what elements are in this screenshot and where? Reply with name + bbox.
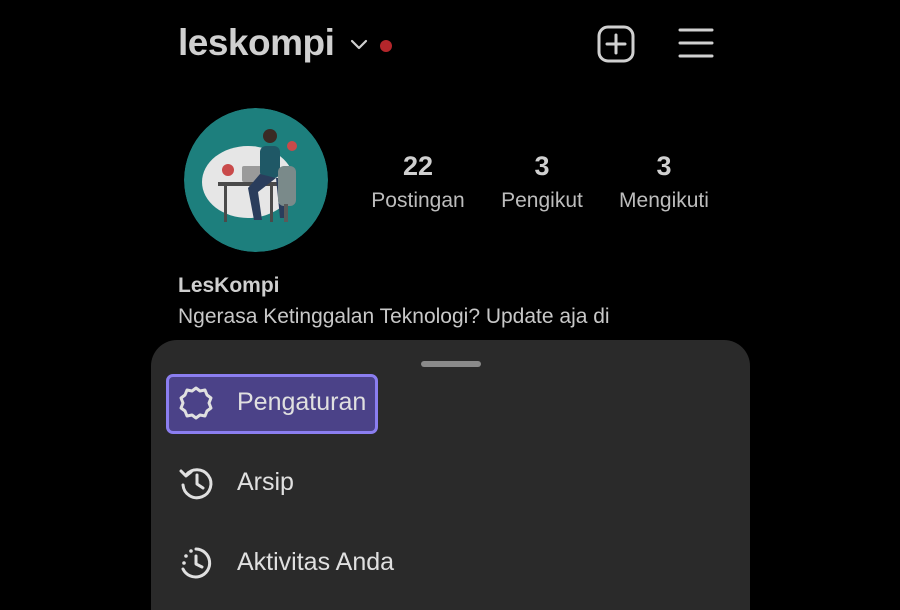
menu-item-label: Aktivitas Anda	[237, 548, 395, 576]
username-switcher[interactable]: leskompi	[178, 22, 335, 64]
posts-label: Postingan	[371, 189, 465, 212]
sheet-drag-handle[interactable]	[421, 361, 481, 367]
options-bottom-sheet: Pengaturan Arsip Aktivitas Anda	[151, 340, 750, 610]
menu-item-activity[interactable]: Aktivitas Anda	[166, 534, 394, 592]
followers-label: Pengikut	[501, 189, 583, 212]
stat-followers[interactable]: 3 Pengikut	[490, 150, 594, 214]
stat-posts[interactable]: 22 Postingan	[360, 150, 476, 214]
stat-following[interactable]: 3 Mengikuti	[608, 150, 720, 214]
settings-gear-icon	[179, 386, 213, 420]
profile-bio: Ngerasa Ketinggalan Teknologi? Update aj…	[178, 305, 610, 328]
followers-count: 3	[534, 151, 550, 181]
menu-item-settings[interactable]: Pengaturan	[166, 374, 378, 434]
menu-item-label: Arsip	[237, 468, 294, 496]
hamburger-menu-icon[interactable]	[676, 24, 716, 64]
notification-dot	[380, 40, 392, 52]
profile-header: leskompi	[0, 0, 900, 90]
following-label: Mengikuti	[619, 189, 709, 212]
chevron-down-icon[interactable]	[349, 34, 369, 54]
archive-history-icon	[179, 468, 213, 500]
posts-count: 22	[402, 151, 434, 181]
plus-square-icon[interactable]	[596, 24, 636, 64]
profile-avatar[interactable]	[184, 108, 328, 252]
menu-item-label: Pengaturan	[237, 388, 367, 416]
following-count: 3	[656, 151, 672, 181]
activity-clock-icon	[181, 547, 212, 579]
person-at-laptop-illustration	[184, 108, 328, 252]
profile-name: LesKompi	[178, 274, 280, 297]
menu-item-archive[interactable]: Arsip	[166, 454, 376, 512]
